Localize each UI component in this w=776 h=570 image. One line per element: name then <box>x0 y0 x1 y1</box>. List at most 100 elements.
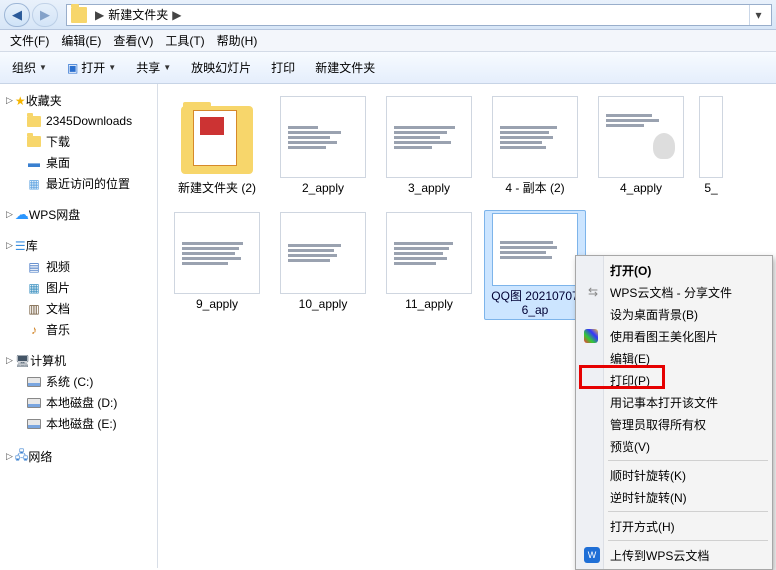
picture-icon: ▦ <box>26 280 42 296</box>
file-label: 10_apply <box>299 297 348 311</box>
image-thumb <box>598 96 684 178</box>
ctx-open-way[interactable]: 打开方式(H) <box>578 515 770 537</box>
file-label: 5_ <box>704 181 717 195</box>
address-bar[interactable]: ▶ 新建文件夹 ▶ ▾ <box>66 4 772 26</box>
arrow-right-icon: ▶ <box>40 7 50 23</box>
file-9apply[interactable]: 9_apply <box>166 210 268 320</box>
open-icon: ▣ <box>67 61 78 75</box>
sidebar-lib-header[interactable]: ▷☰库 <box>0 235 157 256</box>
tb-organize[interactable]: 组织▼ <box>6 56 53 79</box>
sidebar-item-downloads[interactable]: 2345Downloads <box>0 111 157 131</box>
ctx-open[interactable]: 打开(O) <box>578 259 770 281</box>
file-label: 新建文件夹 (2) <box>178 181 256 195</box>
menu-help[interactable]: 帮助(H) <box>211 30 264 51</box>
ctx-upload-wps[interactable]: W上传到WPS云文档 <box>578 544 770 566</box>
nav-back-button[interactable]: ◀ <box>4 3 30 27</box>
breadcrumb-sep: ▶ <box>172 8 181 22</box>
ctx-sep <box>608 511 768 512</box>
file-11apply[interactable]: 11_apply <box>378 210 480 320</box>
file-5[interactable]: 5_ <box>696 94 726 204</box>
file-3apply[interactable]: 3_apply <box>378 94 480 204</box>
ctx-notepad[interactable]: 用记事本打开该文件 <box>578 391 770 413</box>
tb-newfolder[interactable]: 新建文件夹 <box>309 56 381 79</box>
file-qq-selected[interactable]: QQ图 20210707 6_ap <box>484 210 586 320</box>
tb-slideshow[interactable]: 放映幻灯片 <box>185 56 257 79</box>
file-label: 2_apply <box>302 181 344 195</box>
ctx-wps-share[interactable]: ⇆WPS云文档 - 分享文件 <box>578 281 770 303</box>
ctx-preview[interactable]: 预览(V) <box>578 435 770 457</box>
sidebar-item-video[interactable]: ▤视频 <box>0 256 157 277</box>
computer-icon: 🖥 <box>15 354 30 368</box>
sidebar-comp-header[interactable]: ▷🖥计算机 <box>0 350 157 371</box>
folder-icon <box>27 136 41 147</box>
star-icon: ★ <box>15 94 26 108</box>
menu-edit[interactable]: 编辑(E) <box>55 30 107 51</box>
tb-open[interactable]: ▣打开▼ <box>61 56 122 79</box>
file-10apply[interactable]: 10_apply <box>272 210 374 320</box>
sidebar-item-document[interactable]: ▥文档 <box>0 298 157 319</box>
image-thumb <box>492 96 578 178</box>
sidebar-fav-header[interactable]: ▷★收藏夹 <box>0 90 157 111</box>
tb-share[interactable]: 共享▼ <box>130 56 177 79</box>
image-thumb <box>386 212 472 294</box>
file-label: 3_apply <box>408 181 450 195</box>
palette-icon <box>584 329 598 343</box>
sidebar-item-recent[interactable]: ▦最近访问的位置 <box>0 173 157 194</box>
arrow-left-icon: ◀ <box>12 7 22 23</box>
document-icon: ▥ <box>26 301 42 317</box>
file-folder-2[interactable]: 新建文件夹 (2) <box>166 94 268 204</box>
ctx-sep <box>608 460 768 461</box>
video-icon: ▤ <box>26 259 42 275</box>
sidebar-item-d[interactable]: 本地磁盘 (D:) <box>0 392 157 413</box>
file-label: 4 - 副本 (2) <box>505 181 564 195</box>
disk-icon <box>27 377 41 387</box>
disk-icon <box>27 419 41 429</box>
ctx-print[interactable]: 打印(P) <box>578 369 770 391</box>
ctx-sep <box>608 540 768 541</box>
sidebar-wps-header[interactable]: ▷☁WPS网盘 <box>0 204 157 225</box>
titlebar: ◀ ▶ ▶ 新建文件夹 ▶ ▾ <box>0 0 776 30</box>
sidebar-item-c[interactable]: 系统 (C:) <box>0 371 157 392</box>
menubar: 文件(F) 编辑(E) 查看(V) 工具(T) 帮助(H) <box>0 30 776 52</box>
folder-icon <box>71 7 87 23</box>
ctx-set-bg[interactable]: 设为桌面背景(B) <box>578 303 770 325</box>
file-label: QQ图 20210707 6_ap <box>487 289 583 317</box>
sidebar-item-download[interactable]: 下载 <box>0 131 157 152</box>
image-thumb <box>386 96 472 178</box>
sidebar-item-music[interactable]: ♪音乐 <box>0 319 157 340</box>
ctx-beautify[interactable]: 使用看图王美化图片 <box>578 325 770 347</box>
file-4apply[interactable]: 4_apply <box>590 94 692 204</box>
ctx-admin[interactable]: 管理员取得所有权 <box>578 413 770 435</box>
wps-icon: W <box>584 547 600 563</box>
image-thumb <box>280 96 366 178</box>
desktop-icon: ▬ <box>26 155 42 171</box>
folder-icon <box>27 116 41 127</box>
tb-print[interactable]: 打印 <box>265 56 301 79</box>
ctx-rot-ccw[interactable]: 逆时针旋转(N) <box>578 486 770 508</box>
share-icon: ⇆ <box>584 283 602 301</box>
ctx-edit[interactable]: 编辑(E) <box>578 347 770 369</box>
file-label: 11_apply <box>405 297 453 311</box>
library-icon: ☰ <box>15 239 26 253</box>
recent-icon: ▦ <box>26 176 42 192</box>
image-thumb <box>699 96 723 178</box>
sidebar-item-desktop[interactable]: ▬桌面 <box>0 152 157 173</box>
sidebar-item-picture[interactable]: ▦图片 <box>0 277 157 298</box>
breadcrumb[interactable]: 新建文件夹 <box>108 6 168 23</box>
music-icon: ♪ <box>26 322 42 338</box>
ctx-rot-cw[interactable]: 顺时针旋转(K) <box>578 464 770 486</box>
menu-view[interactable]: 查看(V) <box>107 30 159 51</box>
menu-file[interactable]: 文件(F) <box>4 30 55 51</box>
menu-tools[interactable]: 工具(T) <box>159 30 210 51</box>
file-label: 9_apply <box>196 297 238 311</box>
nav-fwd-button[interactable]: ▶ <box>32 3 58 27</box>
breadcrumb-sep: ▶ <box>95 8 104 22</box>
file-4copy[interactable]: 4 - 副本 (2) <box>484 94 586 204</box>
file-2apply[interactable]: 2_apply <box>272 94 374 204</box>
image-thumb <box>280 212 366 294</box>
address-dropdown[interactable]: ▾ <box>749 5 767 25</box>
file-label: 4_apply <box>620 181 662 195</box>
sidebar-item-e[interactable]: 本地磁盘 (E:) <box>0 413 157 434</box>
sidebar: ▷★收藏夹 2345Downloads 下载 ▬桌面 ▦最近访问的位置 ▷☁WP… <box>0 84 158 568</box>
sidebar-net-header[interactable]: ▷🖧网络 <box>0 444 157 469</box>
